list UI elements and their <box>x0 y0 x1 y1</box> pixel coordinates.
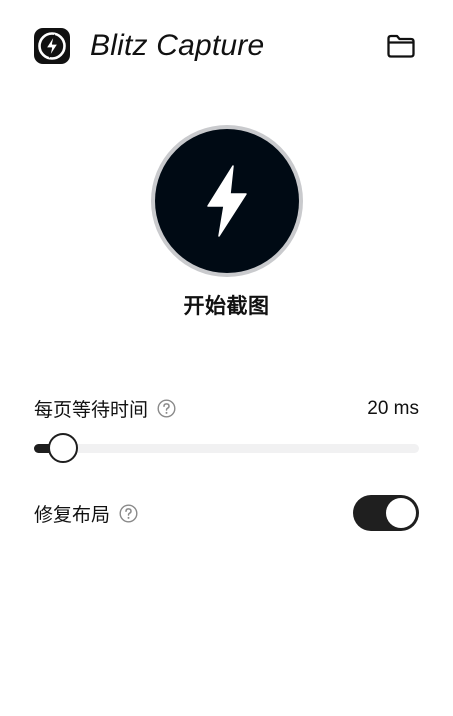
start-capture-button[interactable] <box>150 125 303 277</box>
page-wait-value: 20 ms <box>367 397 419 419</box>
capture-button-face <box>154 129 299 273</box>
folder-icon <box>387 34 415 58</box>
fix-layout-setting-row: 修复布局 <box>34 495 419 531</box>
app-header: Blitz Capture <box>33 24 419 68</box>
capture-section: 开始截图 <box>0 125 453 320</box>
open-folder-button[interactable] <box>383 28 419 64</box>
lightning-bolt-logo-icon <box>33 27 71 65</box>
lightning-bolt-icon <box>206 165 247 237</box>
page-wait-label: 每页等待时间 <box>34 400 149 421</box>
page-wait-slider[interactable] <box>34 432 419 464</box>
fix-layout-toggle[interactable] <box>353 495 419 531</box>
page-wait-setting-row: 每页等待时间 20 ms <box>34 395 419 422</box>
question-circle-icon[interactable] <box>157 399 176 418</box>
start-capture-label: 开始截图 <box>183 295 270 318</box>
slider-thumb[interactable] <box>48 433 78 463</box>
slider-track <box>34 444 419 453</box>
fix-layout-label: 修复布局 <box>34 504 111 526</box>
toggle-knob <box>386 498 416 528</box>
question-circle-icon[interactable] <box>119 503 138 523</box>
app-title: Blitz Capture <box>90 29 265 62</box>
